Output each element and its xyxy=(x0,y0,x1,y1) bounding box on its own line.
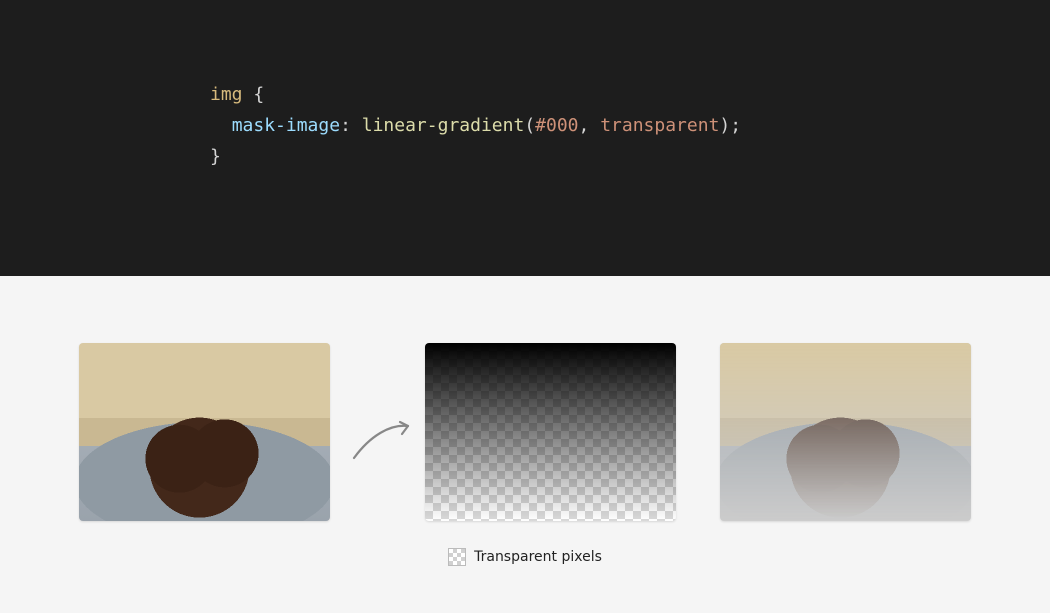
result-image-masked xyxy=(720,343,971,521)
code-property: mask-image xyxy=(232,115,340,136)
code-space xyxy=(351,115,362,136)
code-block: img { mask-image: linear-gradient(#000, … xyxy=(210,80,1050,173)
code-arg-color: #000 xyxy=(535,115,578,136)
code-function: linear-gradient xyxy=(362,115,525,136)
code-semicolon: ; xyxy=(730,115,741,136)
mask-gradient-overlay xyxy=(425,343,676,521)
code-selector: img xyxy=(210,84,243,105)
result-image xyxy=(720,343,971,521)
code-panel: img { mask-image: linear-gradient(#000, … xyxy=(0,0,1050,276)
code-open-brace: { xyxy=(253,84,264,105)
legend: Transparent pixels xyxy=(0,548,1050,566)
arrow-icon xyxy=(350,416,418,462)
code-colon: : xyxy=(340,115,351,136)
code-close-paren: ) xyxy=(719,115,730,136)
legend-label: Transparent pixels xyxy=(474,549,602,565)
original-image xyxy=(79,343,330,521)
code-space-2 xyxy=(589,115,600,136)
mask-gradient xyxy=(425,343,676,521)
code-open-paren: ( xyxy=(524,115,535,136)
demo-area: Transparent pixels xyxy=(0,276,1050,613)
code-indent xyxy=(210,115,232,136)
code-arg-keyword: transparent xyxy=(600,115,719,136)
transparency-swatch-icon xyxy=(448,548,466,566)
code-close-brace: } xyxy=(210,146,221,167)
code-comma: , xyxy=(579,115,590,136)
